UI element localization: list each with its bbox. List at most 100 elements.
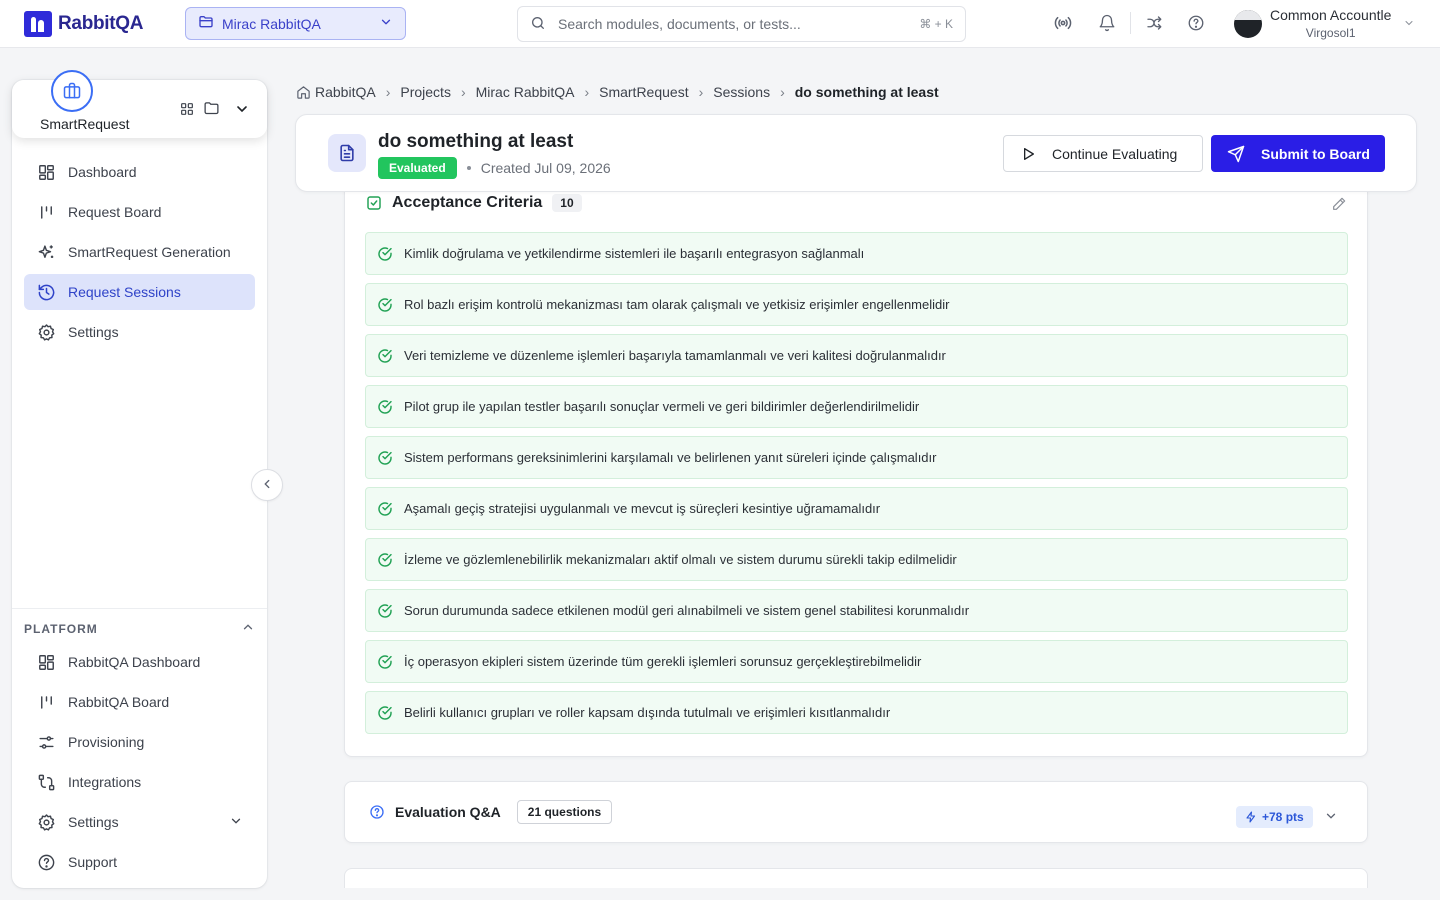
grid-icon	[36, 162, 56, 182]
chevron-right-icon: ›	[385, 84, 391, 100]
chevron-down-icon[interactable]	[234, 101, 250, 120]
help-icon[interactable]	[1185, 12, 1207, 34]
nav-label: RabbitQA Board	[68, 694, 170, 710]
search-input[interactable]: Search modules, documents, or tests... ⌘…	[517, 6, 966, 42]
criteria-text: Kimlik doğrulama ve yetkilendirme sistem…	[404, 246, 865, 261]
criteria-item: Belirli kullanıcı grupları ve roller kap…	[365, 691, 1348, 734]
help-icon	[36, 852, 56, 872]
send-icon	[1227, 145, 1245, 163]
criteria-text: Rol bazlı erişim kontrolü mekanizması ta…	[404, 297, 950, 312]
check-circle-icon	[377, 399, 393, 415]
criteria-item: Sistem performans gereksinimlerini karşı…	[365, 436, 1348, 479]
nav-item-platform-settings[interactable]: Settings	[24, 804, 255, 840]
criteria-item: Kimlik doğrulama ve yetkilendirme sistem…	[365, 232, 1348, 275]
criteria-text: Aşamalı geçiş stratejisi uygulanmalı ve …	[404, 501, 881, 516]
account-text: Common Accountle Virgosol1	[1270, 6, 1391, 42]
folder-icon[interactable]	[203, 100, 220, 120]
folder-icon	[198, 14, 214, 33]
nav-item-request-sessions[interactable]: Request Sessions	[24, 274, 255, 310]
checkbox-checked-icon	[366, 195, 382, 211]
nav-item-request-board[interactable]: Request Board	[24, 194, 255, 230]
board-icon	[36, 692, 56, 712]
shuffle-icon[interactable]	[1143, 12, 1165, 34]
nav-label: Request Board	[68, 204, 162, 220]
broadcast-icon[interactable]	[1052, 12, 1074, 34]
breadcrumb-item[interactable]: Mirac RabbitQA	[476, 84, 575, 100]
app-logo[interactable]: RabbitQA	[24, 11, 144, 37]
nav-label: Integrations	[68, 774, 142, 790]
nav-label: SmartRequest Generation	[68, 244, 231, 260]
grid-icon[interactable]	[179, 101, 195, 120]
nav-item-provisioning[interactable]: Provisioning	[24, 724, 255, 760]
home-icon	[296, 85, 311, 100]
chevron-down-icon[interactable]	[1324, 809, 1338, 826]
acceptance-criteria-header: Acceptance Criteria 10	[366, 194, 582, 212]
nav-label: Request Sessions	[68, 284, 181, 300]
breadcrumb-item[interactable]: Projects	[400, 84, 451, 100]
nav-item-rabbitqa-board[interactable]: RabbitQA Board	[24, 684, 255, 720]
check-circle-icon	[377, 246, 393, 262]
lightning-icon	[1245, 811, 1257, 823]
search-icon	[530, 15, 546, 34]
nav-label: Support	[68, 854, 118, 870]
criteria-text: İç operasyon ekipleri sistem üzerinde tü…	[404, 654, 922, 669]
search-shortcut: ⌘ + K	[919, 17, 953, 31]
breadcrumb-item[interactable]: SmartRequest	[599, 84, 688, 100]
created-date: Created Jul 09, 2026	[480, 160, 611, 176]
board-icon	[36, 202, 56, 222]
criteria-item: İzleme ve gözlemlenebilirlik mekanizmala…	[365, 538, 1348, 581]
separator-dot	[466, 166, 471, 170]
check-circle-icon	[377, 297, 393, 313]
check-circle-icon	[377, 348, 393, 364]
account-name: Common Accountle	[1270, 7, 1392, 23]
nav-item-settings[interactable]: Settings	[24, 314, 255, 350]
question-count-badge: 21 questions	[516, 800, 613, 824]
criteria-text: Sorun durumunda sadece etkilenen modül g…	[404, 603, 970, 618]
breadcrumb-item[interactable]: RabbitQA	[315, 84, 376, 100]
submit-to-board-button[interactable]: Submit to Board	[1211, 135, 1385, 172]
section-title: Evaluation Q&A	[395, 804, 501, 820]
app-name: RabbitQA	[58, 13, 144, 34]
avatar	[1234, 10, 1262, 38]
evaluation-qa-card[interactable]: Evaluation Q&A 21 questions +78 pts	[344, 781, 1368, 843]
bell-icon[interactable]	[1096, 12, 1118, 34]
nav-item-rabbitqa-dashboard[interactable]: RabbitQA Dashboard	[24, 644, 255, 680]
nav-item-support[interactable]: Support	[24, 844, 255, 880]
platform-section-toggle[interactable]: PLATFORM	[24, 620, 255, 637]
continue-evaluating-button[interactable]: Continue Evaluating	[1003, 135, 1203, 172]
breadcrumb: RabbitQA › Projects › Mirac RabbitQA › S…	[296, 84, 939, 100]
nav-label: Dashboard	[68, 164, 137, 180]
chevron-right-icon: ›	[584, 84, 590, 100]
criteria-text: Sistem performans gereksinimlerini karşı…	[404, 450, 937, 465]
sparkles-icon	[36, 242, 56, 262]
check-circle-icon	[377, 603, 393, 619]
check-circle-icon	[377, 654, 393, 670]
acceptance-criteria-card: Acceptance Criteria 10 Kimlik doğrulama …	[344, 170, 1368, 757]
points-badge: +78 pts	[1236, 806, 1313, 828]
sidebar-collapse-button[interactable]	[251, 469, 283, 501]
chevron-right-icon: ›	[780, 84, 785, 100]
chevron-down-icon	[379, 15, 393, 32]
project-selector[interactable]: Mirac RabbitQA	[185, 7, 406, 40]
module-switcher[interactable]: SmartRequest	[12, 70, 267, 138]
nav-item-smartrequest-generation[interactable]: SmartRequest Generation	[24, 234, 255, 270]
nav-label: Settings	[68, 324, 119, 340]
breadcrumb-item[interactable]: Sessions	[713, 84, 770, 100]
grid-icon	[36, 652, 56, 672]
gear-icon	[36, 322, 56, 342]
chevron-left-icon	[260, 477, 274, 494]
nav-item-dashboard[interactable]: Dashboard	[24, 154, 255, 190]
nav-item-integrations[interactable]: Integrations	[24, 764, 255, 800]
pencil-icon[interactable]	[1331, 196, 1347, 215]
divider	[12, 608, 267, 609]
nav-label: Settings	[68, 814, 119, 830]
account-menu[interactable]: Common Accountle Virgosol1	[1234, 6, 1415, 42]
criteria-item: İç operasyon ekipleri sistem üzerinde tü…	[365, 640, 1348, 683]
sliders-icon	[36, 732, 56, 752]
criteria-item: Aşamalı geçiş stratejisi uygulanmalı ve …	[365, 487, 1348, 530]
module-nav: Dashboard Request Board SmartRequest Gen…	[24, 154, 255, 354]
history-icon	[36, 282, 56, 302]
breadcrumb-current: do something at least	[794, 84, 939, 100]
criteria-text: İzleme ve gözlemlenebilirlik mekanizmala…	[404, 552, 957, 567]
status-badge: Evaluated	[378, 157, 457, 179]
